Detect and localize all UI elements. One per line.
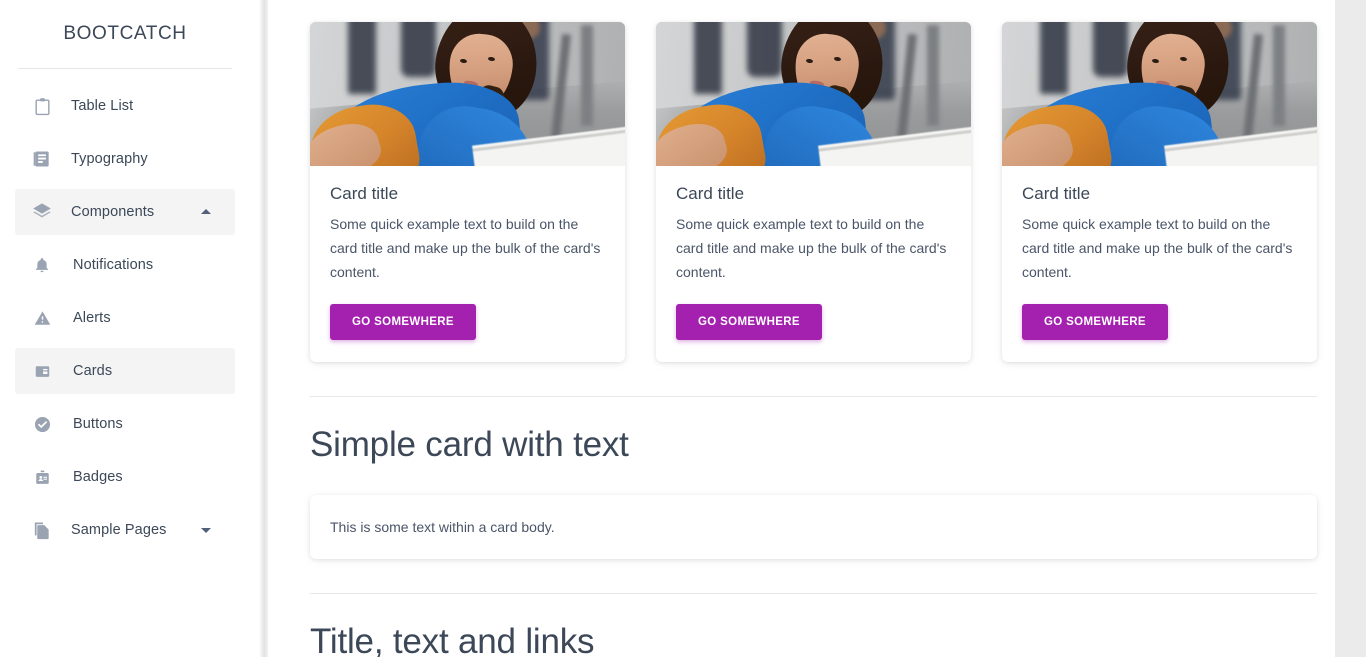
go-somewhere-button[interactable]: GO SOMEWHERE (330, 304, 476, 340)
section-divider (310, 396, 1317, 397)
card-text: Some quick example text to build on the … (330, 216, 601, 280)
sidebar-item-label: Notifications (73, 257, 154, 273)
library-books-icon (29, 147, 55, 171)
check-circle-icon (29, 412, 55, 436)
chevron-down-icon[interactable] (201, 528, 211, 533)
sidebar-item-sample-pages[interactable]: Sample Pages (15, 507, 235, 553)
app-root: BOOTCATCH Table List Typography Componen… (0, 0, 1366, 657)
brand-title[interactable]: BOOTCATCH (0, 0, 250, 68)
web-asset-icon (29, 359, 55, 383)
badge-icon (29, 465, 55, 489)
sidebar-item-label: Table List (71, 98, 134, 114)
main-content: Card title Some quick example text to bu… (268, 0, 1366, 657)
card-text: Some quick example text to build on the … (676, 216, 947, 280)
go-somewhere-button[interactable]: GO SOMEWHERE (676, 304, 822, 340)
simple-card: This is some text within a card body. (310, 495, 1317, 559)
sidebar-item-badges[interactable]: Badges (15, 454, 235, 500)
sidebar-item-typography[interactable]: Typography (15, 136, 235, 182)
card-title: Card title (1022, 184, 1091, 203)
card-body: Card title Some quick example text to bu… (656, 166, 971, 362)
card-body: Card title Some quick example text to bu… (310, 166, 625, 362)
card[interactable]: Card title Some quick example text to bu… (656, 22, 971, 362)
sidebar-scrollbar-track[interactable] (250, 0, 259, 657)
section-heading-simple-card: Simple card with text (310, 425, 629, 464)
woman-in-blue-top-photo (310, 22, 625, 166)
sidebar-item-cards[interactable]: Cards (15, 348, 235, 394)
sidebar-item-buttons[interactable]: Buttons (15, 401, 235, 447)
sidebar-item-components[interactable]: Components (15, 189, 235, 235)
card-body: Card title Some quick example text to bu… (1002, 166, 1317, 362)
section-divider (310, 593, 1317, 594)
sidebar-item-table-list[interactable]: Table List (15, 83, 235, 129)
card-title: Card title (330, 184, 399, 203)
card[interactable]: Card title Some quick example text to bu… (310, 22, 625, 362)
chevron-up-icon[interactable] (201, 209, 211, 214)
card-title: Card title (676, 184, 745, 203)
card-image (656, 22, 971, 166)
card-text: Some quick example text to build on the … (1022, 216, 1293, 280)
sidebar-edge-shadow (259, 0, 268, 657)
warning-triangle-icon (29, 306, 55, 330)
content-column: Card title Some quick example text to bu… (310, 0, 1366, 657)
sidebar-item-label: Buttons (73, 416, 123, 432)
clipboard-icon (29, 94, 55, 118)
sidebar-nav: Table List Typography Components Notific… (0, 83, 250, 553)
sidebar-item-label: Sample Pages (71, 522, 167, 538)
content-copy-icon (29, 518, 55, 542)
woman-in-blue-top-photo (656, 22, 971, 166)
page-right-gutter (1335, 0, 1366, 657)
sidebar-item-label: Typography (71, 151, 148, 167)
sidebar-inner: BOOTCATCH Table List Typography Componen… (0, 0, 250, 657)
card-grid: Card title Some quick example text to bu… (310, 0, 1366, 362)
simple-card-body-text: This is some text within a card body. (330, 519, 555, 535)
go-somewhere-button[interactable]: GO SOMEWHERE (1022, 304, 1168, 340)
section-heading-title-text-links: Title, text and links (310, 622, 595, 657)
card-image (310, 22, 625, 166)
card-image (1002, 22, 1317, 166)
sidebar-divider (18, 68, 232, 69)
sidebar-item-label: Badges (73, 469, 123, 485)
card[interactable]: Card title Some quick example text to bu… (1002, 22, 1317, 362)
sidebar-item-label: Components (71, 204, 155, 220)
sidebar: BOOTCATCH Table List Typography Componen… (0, 0, 260, 657)
sidebar-item-label: Alerts (73, 310, 111, 326)
sidebar-item-label: Cards (73, 363, 113, 379)
sidebar-item-alerts[interactable]: Alerts (15, 295, 235, 341)
sidebar-item-notifications[interactable]: Notifications (15, 242, 235, 288)
layers-icon (29, 200, 55, 224)
bell-icon (29, 253, 55, 277)
woman-in-blue-top-photo (1002, 22, 1317, 166)
